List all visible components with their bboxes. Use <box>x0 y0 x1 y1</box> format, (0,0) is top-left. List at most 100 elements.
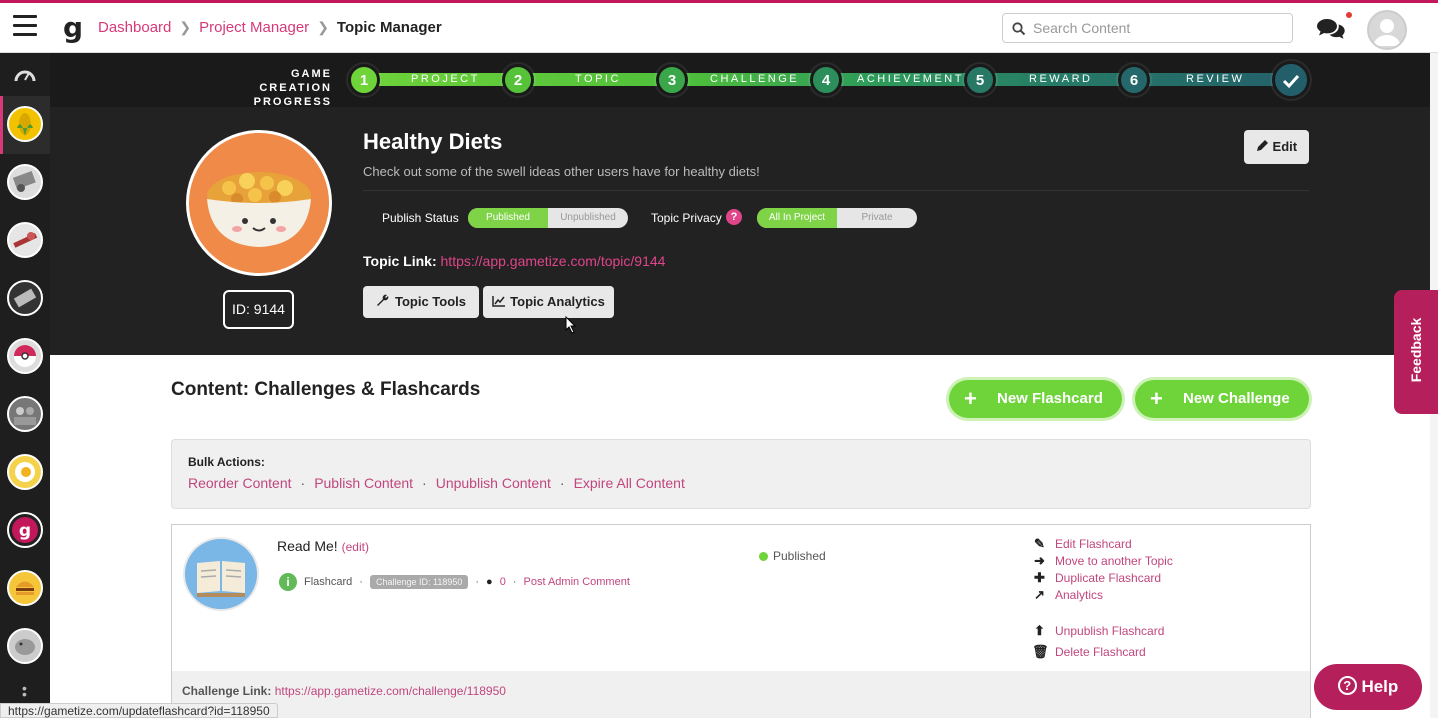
all-in-project-option[interactable]: All In Project <box>757 208 837 228</box>
help-circle-icon: ? <box>1337 676 1357 695</box>
challenge-link: Challenge Link: https://app.gametize.com… <box>182 684 506 698</box>
new-challenge-button[interactable]: + New Challenge <box>1135 380 1309 418</box>
project-sidebar: g • • <box>0 53 50 718</box>
step-label-reward[interactable]: REWARD <box>1029 73 1092 86</box>
checkmark-icon[interactable] <box>1272 61 1310 99</box>
topic-analytics-button[interactable]: Topic Analytics <box>483 286 614 318</box>
project-tools-icon[interactable] <box>7 222 43 258</box>
step-label-challenge[interactable]: CHALLENGE <box>710 73 799 86</box>
breadcrumb-project-manager[interactable]: Project Manager <box>199 19 309 36</box>
duplicate-flashcard-label: Duplicate Flashcard <box>1055 570 1162 585</box>
comment-count[interactable]: 0 <box>500 576 506 588</box>
reorder-content-link[interactable]: Reorder Content <box>188 475 292 491</box>
project-pokeball-icon[interactable] <box>7 338 43 374</box>
help-question-icon[interactable]: ? <box>726 209 742 225</box>
arrow-up-icon: ⬆ <box>1034 623 1045 638</box>
plus-icon: + <box>1150 386 1163 411</box>
topic-privacy-toggle[interactable]: All In Project Private <box>757 208 917 228</box>
avatar[interactable] <box>1367 10 1407 50</box>
item-name: Read Me! <box>277 538 338 554</box>
topic-tools-button[interactable]: Topic Tools <box>363 286 479 318</box>
topic-description: Check out some of the swell ideas other … <box>363 164 760 179</box>
project-elephant-icon[interactable] <box>7 628 43 664</box>
challenge-link-label: Challenge Link: <box>182 684 272 698</box>
separator-dot: · <box>512 576 517 588</box>
step-label-achievement[interactable]: ACHIEVEMENT <box>857 73 964 86</box>
breadcrumb-dashboard[interactable]: Dashboard <box>98 19 171 36</box>
project-phone-icon[interactable] <box>7 164 43 200</box>
edit-flashcard-label: Edit Flashcard <box>1055 536 1132 551</box>
edit-flashcard-action[interactable]: ✎ Edit Flashcard <box>1032 536 1252 551</box>
more-dots-icon[interactable]: • • <box>22 681 27 701</box>
top-bar: g Dashboard ❯ Project Manager ❯ Topic Ma… <box>0 0 1438 53</box>
edit-label: Edit <box>1272 139 1298 154</box>
step-2[interactable]: 2 <box>502 64 534 96</box>
search-input[interactable] <box>1033 18 1283 38</box>
private-option[interactable]: Private <box>837 208 917 228</box>
move-topic-label: Move to another Topic <box>1055 553 1173 568</box>
publish-status-label: Publish Status <box>382 211 459 225</box>
bulk-actions-list: Reorder Content · Publish Content · Unpu… <box>188 475 685 491</box>
step-1[interactable]: 1 <box>348 64 380 96</box>
unpublish-flashcard-label: Unpublish Flashcard <box>1055 623 1165 638</box>
divider <box>363 190 1309 191</box>
topic-link: Topic Link: https://app.gametize.com/top… <box>363 253 665 269</box>
bulk-actions-title: Bulk Actions: <box>188 455 265 469</box>
gametize-logo[interactable]: g <box>63 11 83 44</box>
unpublished-option[interactable]: Unpublished <box>548 208 628 228</box>
project-egg-icon[interactable] <box>7 454 43 490</box>
project-card-icon[interactable] <box>7 280 43 316</box>
post-admin-comment-link[interactable]: Post Admin Comment <box>524 576 630 588</box>
status-dot <box>759 551 768 561</box>
challenge-link-url[interactable]: https://app.gametize.com/challenge/11895… <box>275 684 506 698</box>
info-icon: i <box>279 573 297 591</box>
project-gametize-icon[interactable]: g <box>7 512 43 548</box>
item-edit-link[interactable]: (edit) <box>342 540 369 554</box>
challenge-id-badge: Challenge ID: 118950 <box>369 575 469 589</box>
step-label-review[interactable]: REVIEW <box>1186 73 1244 86</box>
dashboard-gauge-icon[interactable] <box>14 66 36 84</box>
publish-content-link[interactable]: Publish Content <box>314 475 413 491</box>
published-option[interactable]: Published <box>468 208 548 228</box>
content-item-title: Read Me! (edit) <box>277 538 369 554</box>
trash-icon: 🗑 <box>1032 644 1049 659</box>
project-corn-icon[interactable] <box>7 106 43 142</box>
breadcrumb: Dashboard ❯ Project Manager ❯ Topic Mana… <box>98 19 442 36</box>
unpublish-content-link[interactable]: Unpublish Content <box>436 475 551 491</box>
step-3[interactable]: 3 <box>656 64 688 96</box>
duplicate-flashcard-action[interactable]: ✚ Duplicate Flashcard <box>1032 570 1252 585</box>
separator-dot: · <box>300 475 306 491</box>
publish-status-toggle[interactable]: Published Unpublished <box>468 208 628 228</box>
topic-privacy-label: Topic Privacy <box>651 211 722 225</box>
unpublish-flashcard-action[interactable]: ⬆ Unpublish Flashcard <box>1032 623 1252 638</box>
step-5[interactable]: 5 <box>964 64 996 96</box>
chart-icon: ↗ <box>1034 587 1045 602</box>
delete-flashcard-action[interactable]: 🗑 Delete Flashcard <box>1032 644 1252 659</box>
expire-all-content-link[interactable]: Expire All Content <box>574 475 685 491</box>
separator-dot: · <box>422 475 427 491</box>
step-4[interactable]: 4 <box>810 64 842 96</box>
step-label-topic[interactable]: TOPIC <box>575 73 621 86</box>
challenge-link-row: Challenge Link: https://app.gametize.com… <box>172 671 1310 718</box>
feedback-tab[interactable]: Feedback <box>1394 290 1438 414</box>
topic-link-url[interactable]: https://app.gametize.com/topic/9144 <box>441 253 666 269</box>
analytics-label: Analytics <box>1055 587 1104 602</box>
flashcard-thumbnail[interactable] <box>183 537 259 611</box>
topic-id-badge: ID: 9144 <box>223 290 294 329</box>
help-button[interactable]: ? Help <box>1314 664 1422 710</box>
step-label-project[interactable]: PROJECT <box>411 73 480 86</box>
breadcrumb-topic-manager: Topic Manager <box>336 19 442 36</box>
edit-button[interactable]: Edit <box>1244 130 1309 164</box>
search-box <box>1002 13 1293 43</box>
analytics-action[interactable]: ↗ Analytics <box>1032 587 1252 602</box>
help-label: Help <box>1361 677 1399 696</box>
move-topic-action[interactable]: ➜ Move to another Topic <box>1032 553 1252 568</box>
new-flashcard-button[interactable]: + New Flashcard <box>949 380 1122 418</box>
step-6[interactable]: 6 <box>1118 64 1150 96</box>
menu-icon[interactable] <box>13 15 37 37</box>
project-burger-icon[interactable] <box>7 570 43 606</box>
wrench-icon <box>376 294 389 306</box>
chat-icon[interactable] <box>1316 17 1346 41</box>
project-group-photo-icon[interactable] <box>7 396 43 432</box>
delete-flashcard-label: Delete Flashcard <box>1055 644 1146 659</box>
